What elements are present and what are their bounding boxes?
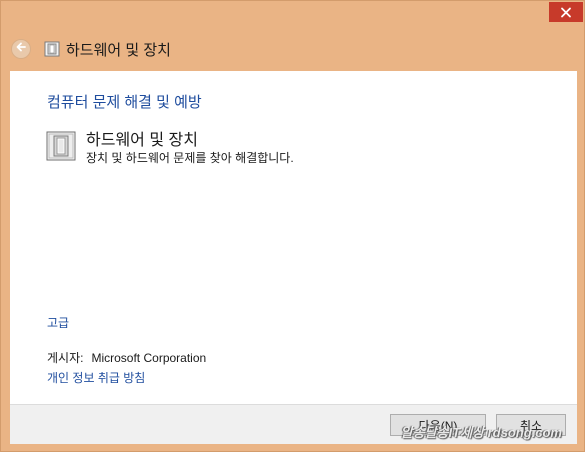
troubleshooter-item-hardware[interactable]: 하드웨어 및 장치 장치 및 하드웨어 문제를 찾아 해결합니다. bbox=[46, 131, 294, 166]
back-arrow-icon bbox=[15, 40, 27, 58]
privacy-policy-link[interactable]: 개인 정보 취급 방침 bbox=[47, 369, 145, 386]
footer-bar: 다음(N) 취소 bbox=[10, 404, 577, 444]
back-button[interactable] bbox=[11, 39, 31, 59]
publisher-info: 게시자: Microsoft Corporation bbox=[47, 349, 206, 366]
cancel-button[interactable]: 취소 bbox=[496, 414, 566, 436]
device-icon bbox=[44, 41, 60, 57]
window-title: 하드웨어 및 장치 bbox=[66, 41, 171, 59]
device-icon bbox=[46, 131, 76, 161]
close-icon bbox=[560, 7, 572, 18]
troubleshooter-window: 하드웨어 및 장치 컴퓨터 문제 해결 및 예방 하드웨어 및 장치 장치 및 … bbox=[0, 0, 585, 452]
item-description: 장치 및 하드웨어 문제를 찾아 해결합니다. bbox=[86, 151, 294, 165]
advanced-link[interactable]: 고급 bbox=[47, 314, 69, 331]
main-content: 컴퓨터 문제 해결 및 예방 하드웨어 및 장치 장치 및 하드웨어 문제를 찾… bbox=[10, 71, 577, 404]
publisher-label: 게시자: bbox=[47, 351, 84, 365]
publisher-value: Microsoft Corporation bbox=[91, 351, 207, 365]
title-bar: 하드웨어 및 장치 bbox=[11, 35, 171, 63]
page-heading: 컴퓨터 문제 해결 및 예방 bbox=[47, 94, 202, 111]
next-button[interactable]: 다음(N) bbox=[390, 414, 486, 436]
item-title: 하드웨어 및 장치 bbox=[86, 132, 198, 149]
close-button[interactable] bbox=[549, 2, 583, 22]
